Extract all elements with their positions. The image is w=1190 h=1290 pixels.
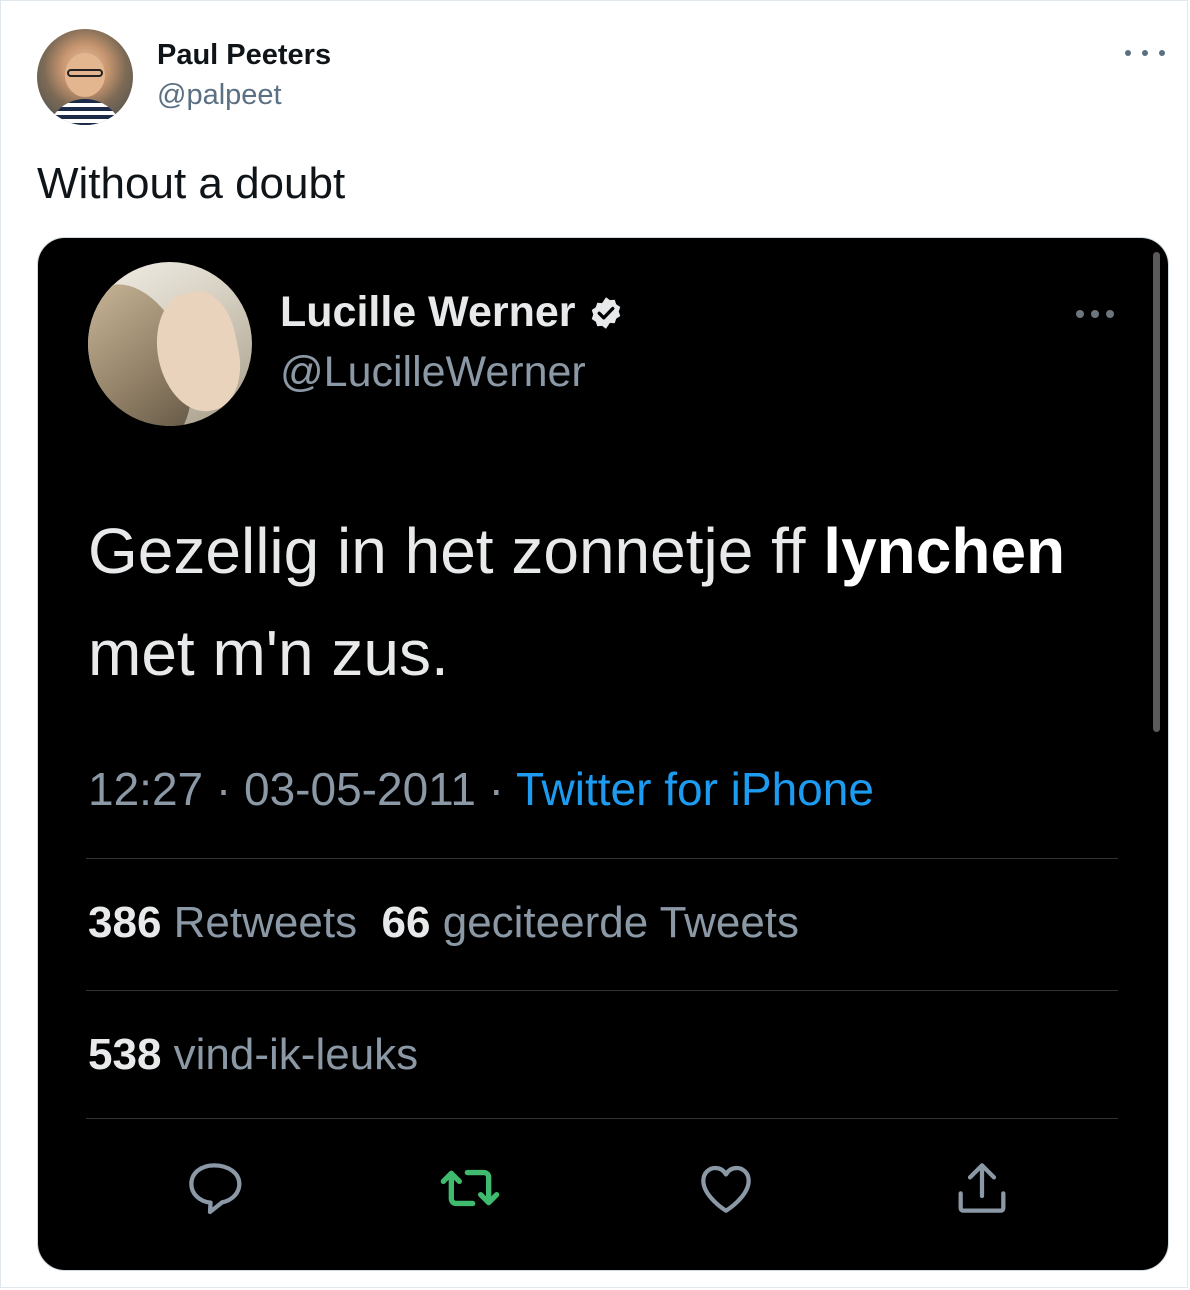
tweet-card: Paul Peeters @palpeet Without a doubt Lu…	[0, 0, 1188, 1288]
likes-stats-row: 538 vind-ik-leuks	[88, 1030, 418, 1080]
reply-icon	[189, 1163, 242, 1215]
tweet-time: 12:27	[88, 763, 204, 815]
author-name[interactable]: Paul Peeters	[157, 39, 331, 72]
tweet-media-screenshot[interactable]: Lucille Werner @LucilleWerner Gezellig i…	[37, 237, 1169, 1271]
embedded-text-part: Gezellig in het zonnetje ff	[88, 515, 824, 587]
embedded-text-bold: lynchen	[823, 515, 1066, 587]
quotes-count: 66	[381, 898, 431, 947]
divider	[86, 990, 1118, 991]
embedded-author-name: Lucille Werner	[280, 288, 576, 336]
more-dot	[1106, 310, 1114, 318]
embedded-author-handle: @LucilleWerner	[280, 348, 586, 396]
more-icon[interactable]	[1125, 41, 1165, 65]
author-handle[interactable]: @palpeet	[157, 79, 282, 112]
verified-badge-icon	[591, 296, 620, 329]
tweet-date: 03-05-2011	[244, 763, 476, 815]
embedded-action-bar	[38, 1156, 1168, 1220]
embedded-avatar	[88, 262, 252, 426]
likes-label: vind-ik-leuks	[173, 1030, 419, 1079]
more-dot	[1142, 50, 1148, 56]
quotes-label: geciteerde Tweets	[442, 898, 800, 947]
tweet-client: Twitter for iPhone	[515, 763, 874, 815]
tweet-text: Without a doubt	[37, 159, 346, 208]
embedded-text-part: met m'n zus.	[88, 617, 449, 689]
avatar-shirt	[47, 99, 123, 125]
retweet-icon	[440, 1169, 500, 1207]
avatar-glasses	[67, 69, 103, 77]
heart-icon	[701, 1165, 751, 1213]
likes-count: 538	[88, 1030, 162, 1079]
more-dot	[1091, 310, 1099, 318]
engagement-stats-row: 386 Retweets 66 geciteerde Tweets	[88, 898, 799, 948]
scrollbar	[1153, 252, 1160, 732]
embedded-tweet-meta: 12:27 · 03-05-2011 · Twitter for iPhone	[88, 762, 874, 816]
more-dot	[1125, 50, 1131, 56]
author-avatar[interactable]	[37, 29, 133, 125]
retweets-label: Retweets	[173, 898, 358, 947]
retweets-count: 386	[88, 898, 162, 947]
meta-separator: ·	[203, 763, 245, 815]
more-dot	[1076, 310, 1084, 318]
divider	[86, 1118, 1118, 1119]
embedded-author-name-row: Lucille Werner	[280, 288, 624, 337]
share-icon	[958, 1163, 1006, 1213]
embedded-tweet-text: Gezellig in het zonnetje ff lynchen met …	[88, 500, 1128, 704]
more-dot	[1159, 50, 1165, 56]
divider	[86, 858, 1118, 859]
meta-separator: ·	[475, 763, 516, 815]
embedded-more-icon	[1076, 308, 1114, 320]
